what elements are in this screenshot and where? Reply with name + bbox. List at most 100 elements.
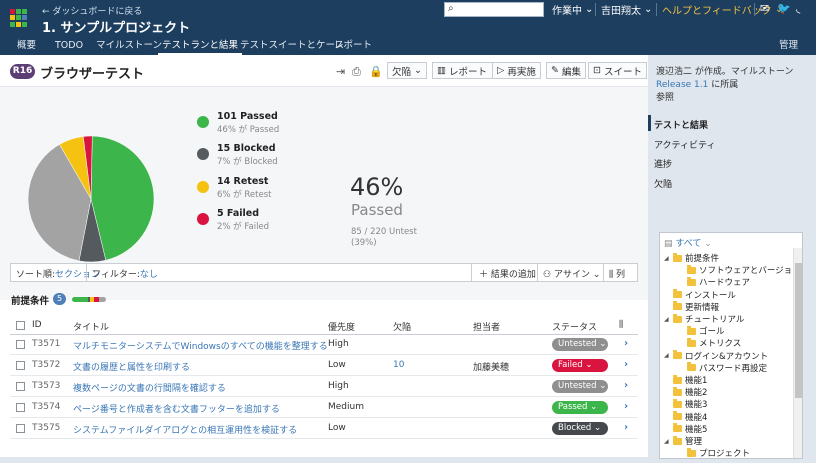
column-settings-icon[interactable]: ⫼: [619, 320, 623, 330]
row-checkbox[interactable]: [16, 382, 25, 391]
tab-milestones[interactable]: マイルストーン: [96, 39, 162, 55]
tree-filter-all[interactable]: ▤ すべて ⌄: [664, 236, 712, 249]
chevron-right-icon[interactable]: ›: [624, 359, 628, 370]
table-row[interactable]: T3574 ページ番号と作成者を含む文書フッターを追加する Medium Passed…: [10, 398, 638, 418]
tree-node[interactable]: ◢ 前提条件: [664, 252, 719, 264]
tree-node[interactable]: 機能3: [664, 398, 707, 410]
tree-node[interactable]: 機能1: [664, 374, 707, 386]
col-status[interactable]: ステータス: [552, 320, 597, 333]
defect-link[interactable]: 10: [393, 360, 404, 370]
chevron-right-icon[interactable]: ›: [624, 401, 628, 412]
tree-node[interactable]: プロジェクト: [678, 447, 750, 458]
status-dropdown[interactable]: Failed ⌄: [552, 359, 608, 372]
folder-icon: [673, 313, 682, 323]
chevron-right-icon[interactable]: ›: [624, 338, 628, 349]
col-assignee[interactable]: 担当者: [473, 320, 500, 333]
user-menu[interactable]: 吉田翔太 ⌄: [601, 2, 652, 17]
table-row[interactable]: T3575 システムファイルダイアログとの相互運用性を検証する Low Blocked…: [10, 419, 638, 439]
status-dropdown[interactable]: Passed ⌄: [552, 401, 608, 414]
tree-scrollbar[interactable]: [793, 248, 802, 458]
tree-node[interactable]: 機能5: [664, 423, 707, 435]
rss-icon[interactable]: ◟: [796, 2, 800, 15]
tree-node[interactable]: メトリクス: [678, 337, 741, 349]
pencil-icon: ✎: [551, 65, 559, 76]
table-row[interactable]: T3571 マルチモニターシステムでWindowsのすべての機能を整理する High…: [10, 335, 638, 355]
tree-node[interactable]: ◢ 管理: [664, 435, 702, 447]
sidebar-item-progress[interactable]: 進捗: [654, 157, 672, 170]
project-title: 1. サンプルプロジェクト: [42, 21, 191, 36]
tree-toggle-icon[interactable]: ◢: [664, 316, 670, 323]
row-checkbox[interactable]: [16, 340, 25, 349]
row-checkbox[interactable]: [16, 361, 25, 370]
filter-control[interactable]: フィルター:なし: [92, 267, 158, 280]
tree-node[interactable]: ハードウェア: [678, 276, 750, 288]
col-id[interactable]: ID: [32, 320, 42, 330]
test-priority: Medium: [328, 402, 364, 412]
select-all-checkbox[interactable]: [16, 321, 25, 330]
tree-toggle-icon[interactable]: ◢: [664, 438, 670, 445]
tab-test-suites[interactable]: テストスイートとケース: [240, 39, 344, 55]
row-checkbox[interactable]: [16, 403, 25, 412]
sidebar-item-tests-results[interactable]: テストと結果: [654, 118, 708, 131]
search-input[interactable]: [459, 3, 541, 16]
tree-node[interactable]: 機能2: [664, 386, 707, 398]
tree-toggle-icon[interactable]: ◢: [664, 352, 670, 359]
app-logo-icon[interactable]: [10, 9, 28, 27]
tree-node[interactable]: 更新情報: [664, 301, 719, 313]
columns-button[interactable]: ⫼ 列: [609, 267, 625, 280]
back-to-dashboard-link[interactable]: ← ダッシュボードに戻る: [42, 4, 142, 17]
test-title-link[interactable]: システムファイルダイアログとの相互運用性を検証する: [73, 423, 297, 436]
col-title[interactable]: タイトル: [73, 320, 109, 333]
untested-summary: 85 / 220 Untest (39%): [351, 227, 417, 248]
tab-overview[interactable]: 概要: [17, 39, 36, 55]
sidebar-item-activity[interactable]: アクティビティ: [654, 138, 715, 151]
sort-control[interactable]: ソート順:セクション: [16, 267, 100, 280]
folder-icon: [687, 276, 696, 286]
edit-button[interactable]: ✎ 編集: [546, 62, 586, 79]
tree-node[interactable]: インストール: [664, 289, 736, 301]
tree-node[interactable]: パスワード再設定: [678, 362, 767, 374]
tab-admin[interactable]: 管理: [779, 39, 798, 55]
add-result-button[interactable]: ＋ 結果の追加: [479, 267, 536, 280]
mail-icon[interactable]: ✉: [760, 2, 769, 15]
tree-node[interactable]: ◢ チュートリアル: [664, 313, 744, 325]
tree-node[interactable]: ソフトウェアとバージョン: [678, 264, 801, 276]
chevron-right-icon[interactable]: ›: [624, 422, 628, 433]
col-defects[interactable]: 欠陥: [393, 320, 411, 333]
chevron-down-icon: ⌄: [644, 4, 653, 15]
tab-todo[interactable]: TODO: [55, 39, 83, 55]
tab-test-runs[interactable]: テストランと結果: [157, 39, 243, 55]
tree-toggle-icon[interactable]: ◢: [664, 255, 670, 262]
folder-icon: [687, 264, 696, 274]
status-dropdown[interactable]: Untested ⌄: [552, 380, 608, 393]
test-title-link[interactable]: 複数ページの文書の行間隔を確認する: [73, 381, 226, 394]
defects-button[interactable]: 欠陥 ⌄: [387, 62, 427, 79]
table-row[interactable]: T3573 複数ページの文書の行間隔を確認する High Untested ⌄ ›: [10, 377, 638, 397]
tab-reports[interactable]: レポート: [334, 39, 372, 55]
status-dropdown[interactable]: Untested ⌄: [552, 338, 608, 351]
sidebar-item-defects[interactable]: 欠陥: [654, 177, 672, 190]
working-menu[interactable]: 作業中 ⌄: [552, 2, 593, 17]
lock-icon[interactable]: 🔒: [369, 65, 383, 78]
assign-button[interactable]: ⚇ アサイン ⌄: [543, 267, 600, 280]
print-icon[interactable]: ⎙: [352, 65, 361, 79]
status-dropdown[interactable]: Blocked ⌄: [552, 422, 608, 435]
twitter-icon[interactable]: 🐦: [777, 2, 791, 15]
table-row[interactable]: T3572 文書の履歴と属性を印刷する Low 10 加藤美穂 Failed ⌄ ›: [10, 356, 638, 376]
test-title-link[interactable]: マルチモニターシステムでWindowsのすべての機能を整理する: [73, 339, 328, 352]
milestone-link[interactable]: Release 1.1: [656, 80, 708, 90]
folder-icon: [687, 362, 696, 372]
suite-button[interactable]: ⊡ スイート: [588, 62, 647, 79]
chevron-right-icon[interactable]: ›: [624, 380, 628, 391]
tree-node[interactable]: 機能4: [664, 411, 707, 423]
test-title-link[interactable]: 文書の履歴と属性を印刷する: [73, 360, 190, 373]
folder-icon: [673, 435, 682, 445]
row-checkbox[interactable]: [16, 424, 25, 433]
test-title-link[interactable]: ページ番号と作成者を含む文書フッターを追加する: [73, 402, 280, 415]
search-box[interactable]: ⌕: [444, 2, 544, 17]
tree-node[interactable]: ゴール: [678, 325, 725, 337]
export-icon[interactable]: ⇥: [336, 65, 345, 78]
rerun-button[interactable]: ▷ 再実施: [492, 62, 541, 79]
tree-node[interactable]: ◢ ログイン&アカウント: [664, 350, 768, 362]
col-priority[interactable]: 優先度: [328, 320, 355, 333]
